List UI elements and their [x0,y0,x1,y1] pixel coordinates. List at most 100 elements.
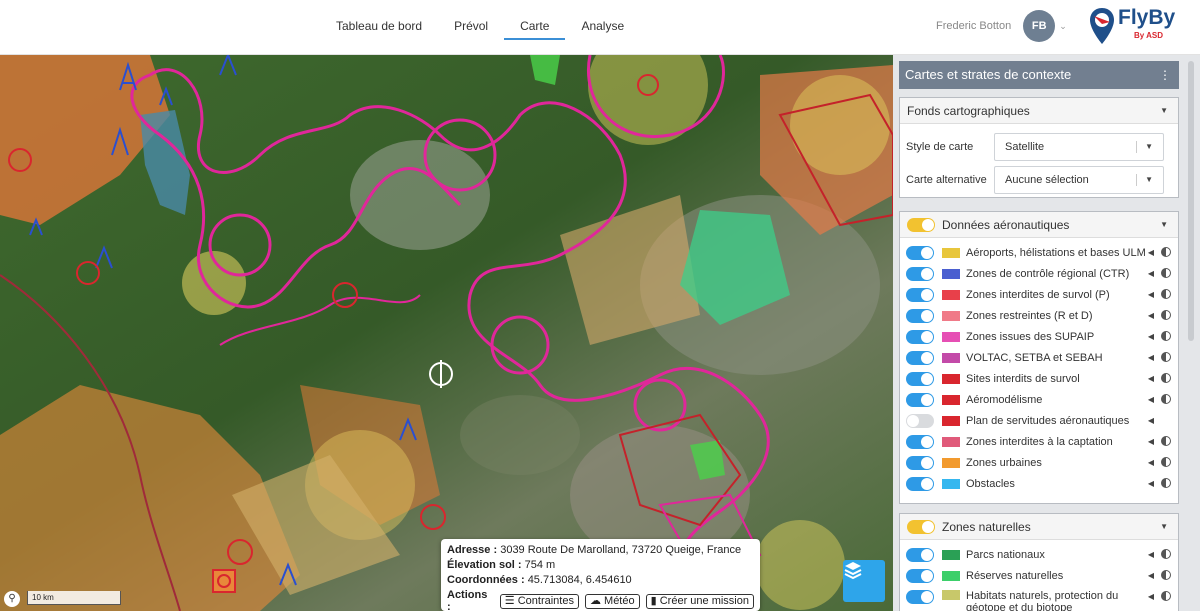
opacity-icon[interactable] [1161,394,1171,404]
alt-map-row: Carte alternative Aucune sélection ▼ [900,163,1178,196]
layer-toggle[interactable] [906,329,934,344]
expand-arrow-icon[interactable]: ◀ [1148,473,1154,494]
actions-label: Actions : [447,589,488,611]
more-options-icon[interactable]: ⋮ [1159,61,1171,89]
expand-arrow-icon[interactable]: ◀ [1148,347,1154,368]
opacity-icon[interactable] [1161,352,1171,362]
popup-coords-row: Coordonnées : 45.713084, 6.454610 [447,573,754,588]
layer-row: VOLTAC, SETBA et SEBAH ◀ [900,347,1178,368]
expand-arrow-icon[interactable]: ◀ [1148,242,1154,263]
map-style-row: Style de carte Satellite ▼ [900,130,1178,163]
avatar[interactable]: FB [1023,10,1056,42]
opacity-icon[interactable] [1161,549,1171,559]
expand-arrow-icon[interactable]: ◀ [1148,544,1154,565]
section-aero-data: Données aéronautiques ▼ Aéroports, hélis… [899,211,1179,504]
layer-label: Aéroports, hélistations et bases ULM [966,246,1146,259]
layer-toggle[interactable] [906,413,934,428]
layer-row: Aéroports, hélistations et bases ULM ◀ [900,242,1178,263]
top-bar: Tableau de bord Prévol Carte Analyse Fre… [0,0,1200,55]
basemaps-header[interactable]: Fonds cartographiques ▼ [900,98,1178,124]
layer-toggle[interactable] [906,371,934,386]
layers-toggle-button[interactable] [843,560,885,602]
opacity-icon[interactable] [1161,373,1171,383]
expand-arrow-icon[interactable]: ◀ [1148,284,1154,305]
layer-row: Zones issues des SUPAIP ◀ [900,326,1178,347]
expand-arrow-icon[interactable]: ◀ [1148,565,1154,586]
expand-arrow-icon[interactable]: ◀ [1148,305,1154,326]
meteo-button[interactable]: ☁ Météo [584,593,640,609]
layer-label: Zones de contrôle régional (CTR) [966,267,1130,280]
layer-toggle[interactable] [906,350,934,365]
layer-legend-swatch-icon [942,570,960,581]
opacity-icon[interactable] [1161,247,1171,257]
layer-label: Zones interdites de survol (P) [966,288,1110,301]
layer-toggle[interactable] [906,455,934,470]
nav-tableau-de-bord[interactable]: Tableau de bord [320,0,438,55]
contraintes-button[interactable]: ☰ Contraintes [499,593,579,609]
layer-toggle[interactable] [906,590,934,604]
layer-legend-swatch-icon [942,457,960,468]
expand-arrow-icon[interactable]: ◀ [1148,431,1154,452]
caret-down-icon[interactable]: ▼ [1160,212,1168,238]
panel-header: Cartes et strates de contexte ⋮ [899,61,1179,89]
layer-label: Plan de servitudes aéronautiques [966,414,1130,427]
panel-scrollbar[interactable] [1188,61,1194,341]
nav-prevol[interactable]: Prévol [438,0,504,55]
address-label: Adresse : [447,544,498,556]
layer-toggle[interactable] [906,308,934,323]
opacity-icon[interactable] [1161,457,1171,467]
layer-legend-swatch-icon [942,247,960,258]
expand-arrow-icon[interactable]: ◀ [1148,410,1154,431]
popup-elevation-row: Élevation sol : 754 m [447,558,754,573]
expand-arrow-icon[interactable]: ◀ [1148,586,1154,607]
expand-arrow-icon[interactable]: ◀ [1148,326,1154,347]
layer-toggle[interactable] [906,392,934,407]
expand-arrow-icon[interactable]: ◀ [1148,368,1154,389]
layer-legend-swatch-icon [942,268,960,279]
expand-arrow-icon[interactable]: ◀ [1148,263,1154,284]
layer-legend-swatch-icon [942,373,960,384]
expand-arrow-icon[interactable]: ◀ [1148,452,1154,473]
layer-label: Zones interdites à la captation [966,435,1113,448]
weather-icon: ☁ [589,594,601,607]
create-mission-button[interactable]: ▮ Créer une mission [645,593,754,609]
caret-down-icon[interactable]: ▼ [1160,98,1168,124]
map-style-select[interactable]: Satellite ▼ [994,132,1164,161]
opacity-icon[interactable] [1161,289,1171,299]
chevron-down-icon[interactable]: ⌄ [1059,21,1067,32]
layer-toggle[interactable] [906,266,934,281]
meteo-label: Météo [604,594,635,607]
nav-carte[interactable]: Carte [504,0,566,40]
layer-toggle[interactable] [906,547,934,562]
opacity-icon[interactable] [1161,268,1171,278]
map-canvas[interactable]: ⚲ 10 km Adresse : 3039 Route De Marollan… [0,55,893,611]
expand-arrow-icon[interactable]: ◀ [1148,389,1154,410]
create-mission-label: Créer une mission [659,594,749,607]
nav-analyse[interactable]: Analyse [565,0,640,55]
opacity-icon[interactable] [1161,478,1171,488]
layer-legend-swatch-icon [942,415,960,426]
nature-header[interactable]: Zones naturelles ▼ [900,514,1178,540]
layer-toggle[interactable] [906,287,934,302]
compass-icon[interactable]: ⚲ [4,591,20,607]
layer-toggle[interactable] [906,245,934,260]
opacity-icon[interactable] [1161,570,1171,580]
caret-down-icon[interactable]: ▼ [1160,514,1168,540]
user-menu[interactable]: Frederic Botton FB ⌄ [936,10,1067,42]
alt-map-value: Aucune sélection [1005,173,1089,186]
layer-label: Parcs nationaux [966,548,1045,561]
layer-legend-swatch-icon [942,310,960,321]
coords-label: Coordonnées : [447,574,525,586]
nature-group-toggle[interactable] [907,520,935,534]
alt-map-select[interactable]: Aucune sélection ▼ [994,165,1164,194]
aero-group-toggle[interactable] [907,218,935,232]
opacity-icon[interactable] [1161,331,1171,341]
opacity-icon[interactable] [1161,591,1171,601]
aero-header[interactable]: Données aéronautiques ▼ [900,212,1178,238]
opacity-icon[interactable] [1161,436,1171,446]
layer-toggle[interactable] [906,434,934,449]
satellite-map[interactable] [0,55,893,611]
layer-toggle[interactable] [906,568,934,583]
opacity-icon[interactable] [1161,310,1171,320]
layer-toggle[interactable] [906,476,934,491]
